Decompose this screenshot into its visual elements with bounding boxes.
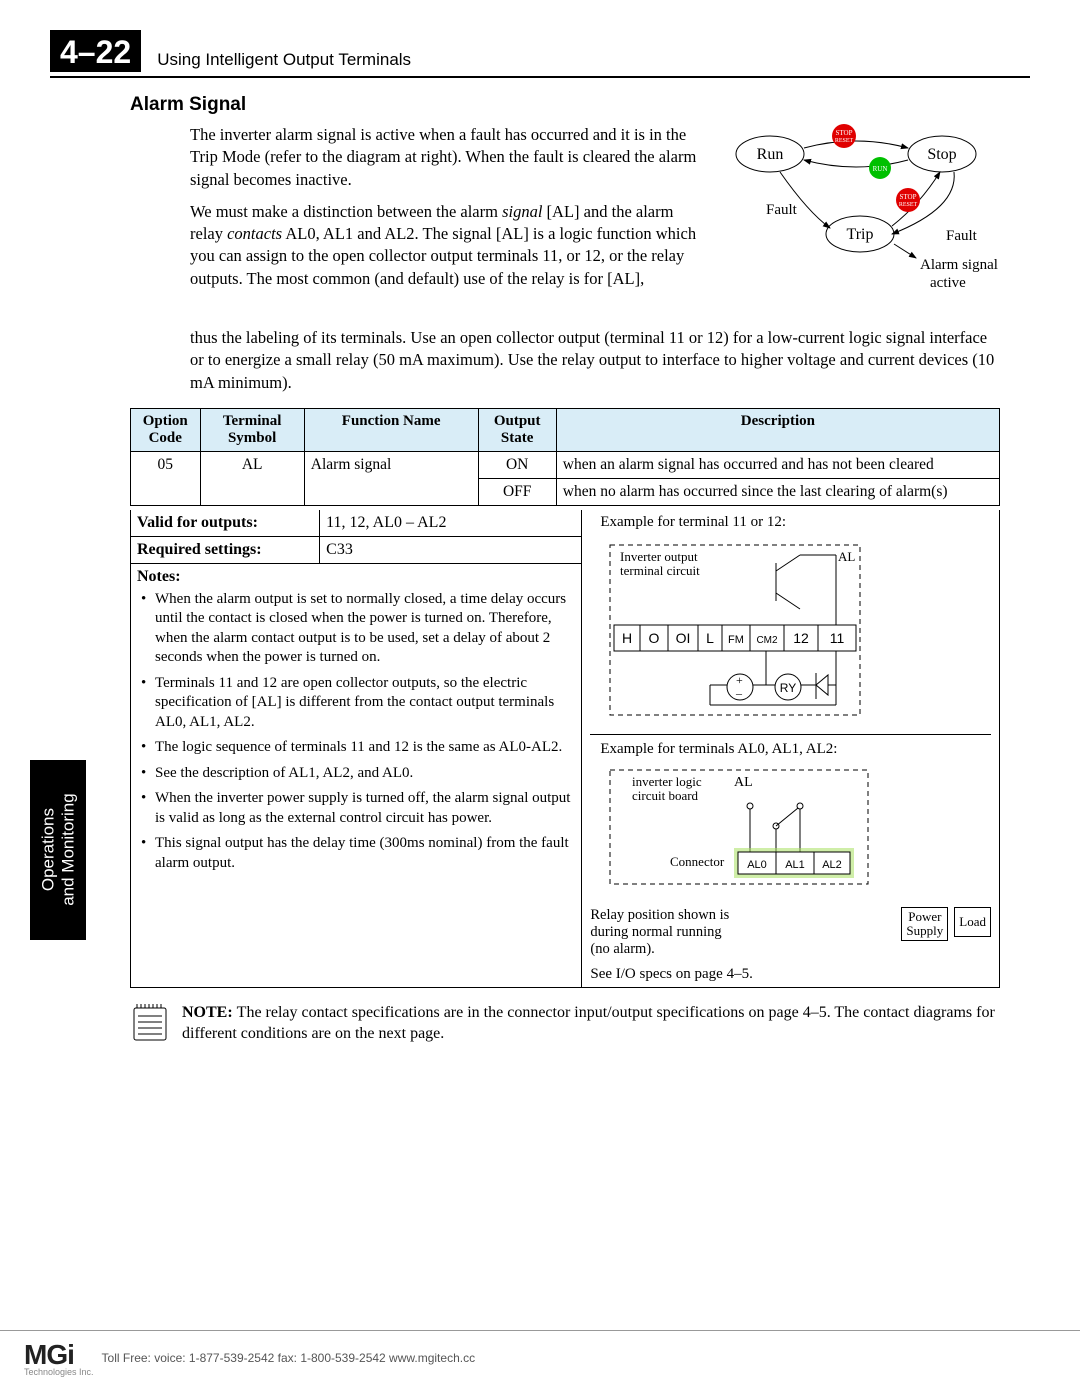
svg-text:RESET: RESET [899,202,918,208]
side-tab-line1: Operations [38,808,57,891]
relay-note-l2: during normal running [590,924,895,941]
svg-text:terminal circuit: terminal circuit [620,563,700,578]
svg-text:RESET: RESET [835,138,854,144]
th-description: Description [556,408,999,451]
svg-text:–: – [735,686,743,700]
svg-text:Fault: Fault [766,202,798,218]
svg-text:AL2: AL2 [823,859,843,871]
notepad-icon [130,1002,170,1049]
power-label: Power [906,910,943,924]
note-item: This signal output has the delay time (3… [139,834,573,873]
th-option-code: Option Code [131,408,201,451]
circuits-column: Example for terminal 11 or 12: Inverter … [582,510,999,987]
footer-logo-sub: Technologies Inc. [24,1367,94,1377]
valid-outputs-label: Valid for outputs: [131,510,320,536]
load-label: Load [954,907,991,937]
svg-text:AL0: AL0 [748,859,768,871]
svg-text:STOP: STOP [836,129,853,137]
chapter-heading: Using Intelligent Output Terminals [157,50,411,72]
td-code: 05 [131,451,201,505]
side-tab-line2: and Monitoring [58,794,77,906]
notes-column: Valid for outputs:11, 12, AL0 – AL2 Requ… [131,510,582,987]
svg-text:AL: AL [734,775,753,790]
io-spec-ref: See I/O specs on page 4–5. [590,966,991,983]
svg-text:RY: RY [780,681,796,695]
svg-text:active: active [930,275,966,291]
svg-text:H: H [622,630,632,646]
svg-text:L: L [706,630,714,646]
svg-text:O: O [649,630,660,646]
svg-text:11: 11 [830,630,845,646]
relay-note-l1: Relay position shown is [590,907,895,924]
example1-title: Example for terminal 11 or 12: [590,514,991,531]
svg-text:Inverter output: Inverter output [620,549,698,564]
td-fn: Alarm signal [304,451,478,505]
td-symbol: AL [200,451,304,505]
example2-title: Example for terminals AL0, AL1, AL2: [590,741,991,758]
svg-text:Connector: Connector [670,854,725,869]
state-diagram: Run Stop Trip STOPRESET RUN STOPRESET Fa… [720,124,1000,329]
svg-text:Fault: Fault [946,228,978,244]
svg-text:OI: OI [676,630,691,646]
svg-text:Stop: Stop [927,146,956,163]
td-state-on: ON [478,451,556,478]
supply-label: Supply [906,924,943,938]
th-output-state: Output State [478,408,556,451]
td-desc-on: when an alarm signal has occurred and ha… [556,451,999,478]
notes-label: Notes: [131,564,581,590]
th-terminal-symbol: Terminal Symbol [200,408,304,451]
valid-outputs-value: 11, 12, AL0 – AL2 [320,510,581,536]
side-tab: Operations and Monitoring [30,760,86,940]
circuit-1-svg: Inverter output terminal circuit AL [590,535,880,725]
svg-text:AL: AL [838,549,855,564]
note-block-text: NOTE: The relay contact specifications a… [182,1002,1000,1049]
th-function-name: Function Name [304,408,478,451]
svg-text:inverter logic: inverter logic [632,774,702,789]
svg-text:+: + [736,673,743,687]
required-settings-label: Required settings: [131,537,320,563]
page-footer: MGi Technologies Inc. Toll Free: voice: … [0,1330,1080,1377]
paragraph-1: The inverter alarm signal is active when… [190,124,702,191]
note-item: When the inverter power supply is turned… [139,789,573,828]
page-header: 4–22 Using Intelligent Output Terminals [50,30,1030,78]
note-item: See the description of AL1, AL2, and AL0… [139,764,573,784]
svg-text:Alarm signal: Alarm signal [920,257,998,273]
svg-text:CM2: CM2 [757,635,779,646]
svg-text:RUN: RUN [873,165,888,173]
svg-text:circuit board: circuit board [632,788,699,803]
note-item: Terminals 11 and 12 are open collector o… [139,674,573,733]
definition-table: Option Code Terminal Symbol Function Nam… [130,408,1000,506]
td-state-off: OFF [478,478,556,505]
circuit-2-svg: inverter logic circuit board AL AL0 [590,762,880,902]
relay-note-l3: (no alarm). [590,941,895,958]
note-item: The logic sequence of terminals 11 and 1… [139,738,573,758]
svg-text:Run: Run [757,146,784,163]
svg-text:12: 12 [794,630,810,646]
note-item: When the alarm output is set to normally… [139,590,573,668]
required-settings-value: C33 [320,537,581,563]
svg-text:AL1: AL1 [786,859,806,871]
intro-text: The inverter alarm signal is active when… [190,124,702,329]
svg-text:FM: FM [728,634,744,646]
svg-text:Trip: Trip [847,226,874,243]
page-number: 4–22 [50,30,141,72]
paragraph-2-partial: We must make a distinction between the a… [190,201,702,290]
footer-contact: Toll Free: voice: 1-877-539-2542 fax: 1-… [102,1351,476,1365]
svg-text:STOP: STOP [900,193,917,201]
section-title: Alarm Signal [130,94,1000,116]
td-desc-off: when no alarm has occurred since the las… [556,478,999,505]
